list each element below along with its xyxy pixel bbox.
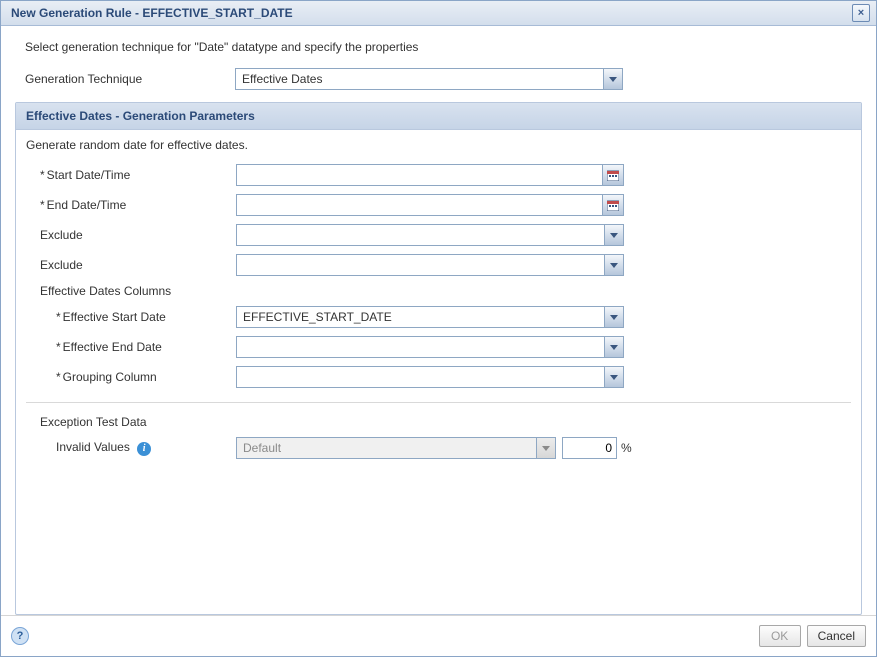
- exclude2-select[interactable]: [236, 254, 624, 276]
- section-title: Effective Dates - Generation Parameters: [16, 103, 861, 130]
- columns-heading: Effective Dates Columns: [26, 284, 851, 298]
- exclude2-value: [237, 255, 604, 275]
- invalid-values-percent-input[interactable]: [562, 437, 617, 459]
- section-body: Generate random date for effective dates…: [16, 130, 861, 471]
- chevron-down-icon: [604, 255, 623, 275]
- effective-end-col-row: Effective End Date: [16, 332, 861, 362]
- chevron-down-icon: [536, 438, 555, 458]
- effective-end-col-select[interactable]: [236, 336, 624, 358]
- start-date-field[interactable]: [236, 164, 624, 186]
- grouping-col-row: Grouping Column: [16, 362, 861, 392]
- exclude1-select[interactable]: [236, 224, 624, 246]
- start-date-input[interactable]: [237, 165, 602, 185]
- exclude1-label: Exclude: [26, 228, 236, 242]
- invalid-values-label-cell: Invalid Values i: [26, 440, 236, 456]
- parameters-section: Effective Dates - Generation Parameters …: [15, 102, 862, 615]
- generation-technique-value: Effective Dates: [236, 69, 603, 89]
- columns-heading-row: Effective Dates Columns: [16, 280, 861, 302]
- dialog-window: New Generation Rule - EFFECTIVE_START_DA…: [0, 0, 877, 657]
- chevron-down-icon: [604, 337, 623, 357]
- exclude2-label: Exclude: [26, 258, 236, 272]
- invalid-values-combo-value: Default: [237, 438, 536, 458]
- help-button[interactable]: ?: [11, 627, 29, 645]
- end-date-label: End Date/Time: [40, 198, 126, 212]
- start-date-label: Start Date/Time: [40, 168, 130, 182]
- calendar-icon[interactable]: [602, 195, 623, 215]
- calendar-icon[interactable]: [602, 165, 623, 185]
- end-date-field[interactable]: [236, 194, 624, 216]
- effective-end-col-label: Effective End Date: [56, 340, 162, 354]
- help-icon: ?: [17, 630, 24, 642]
- exclude1-value: [237, 225, 604, 245]
- exception-heading-row: Exception Test Data: [16, 411, 861, 433]
- dialog-footer: ? OK Cancel: [1, 615, 876, 656]
- close-button[interactable]: ×: [852, 4, 870, 22]
- chevron-down-icon: [603, 69, 622, 89]
- exclude2-row: Exclude: [16, 250, 861, 280]
- section-description: Generate random date for effective dates…: [16, 138, 861, 160]
- footer-buttons: OK Cancel: [759, 625, 866, 647]
- intro-text: Select generation technique for "Date" d…: [15, 40, 862, 64]
- invalid-values-row: Invalid Values i Default %: [16, 433, 861, 463]
- exception-heading: Exception Test Data: [26, 415, 851, 429]
- end-date-input[interactable]: [237, 195, 602, 215]
- info-icon[interactable]: i: [137, 442, 151, 456]
- dialog-body: Select generation technique for "Date" d…: [1, 26, 876, 615]
- effective-start-col-value: EFFECTIVE_START_DATE: [237, 307, 604, 327]
- effective-start-col-row: Effective Start Date EFFECTIVE_START_DAT…: [16, 302, 861, 332]
- effective-end-col-value: [237, 337, 604, 357]
- invalid-values-select: Default: [236, 437, 556, 459]
- effective-start-col-label: Effective Start Date: [56, 310, 166, 324]
- grouping-col-select[interactable]: [236, 366, 624, 388]
- percent-suffix: %: [621, 441, 632, 455]
- ok-button[interactable]: OK: [759, 625, 801, 647]
- chevron-down-icon: [604, 367, 623, 387]
- end-date-row: End Date/Time: [16, 190, 861, 220]
- generation-technique-label: Generation Technique: [25, 72, 235, 86]
- dialog-title: New Generation Rule - EFFECTIVE_START_DA…: [11, 6, 293, 20]
- invalid-values-label: Invalid Values: [56, 440, 130, 454]
- close-icon: ×: [858, 7, 864, 19]
- chevron-down-icon: [604, 225, 623, 245]
- exclude1-row: Exclude: [16, 220, 861, 250]
- generation-technique-row: Generation Technique Effective Dates: [15, 64, 862, 94]
- title-bar: New Generation Rule - EFFECTIVE_START_DA…: [1, 1, 876, 26]
- generation-technique-select[interactable]: Effective Dates: [235, 68, 623, 90]
- start-date-row: Start Date/Time: [16, 160, 861, 190]
- grouping-col-label: Grouping Column: [56, 370, 157, 384]
- grouping-col-value: [237, 367, 604, 387]
- divider: [26, 402, 851, 403]
- chevron-down-icon: [604, 307, 623, 327]
- effective-start-col-select[interactable]: EFFECTIVE_START_DATE: [236, 306, 624, 328]
- cancel-button[interactable]: Cancel: [807, 625, 866, 647]
